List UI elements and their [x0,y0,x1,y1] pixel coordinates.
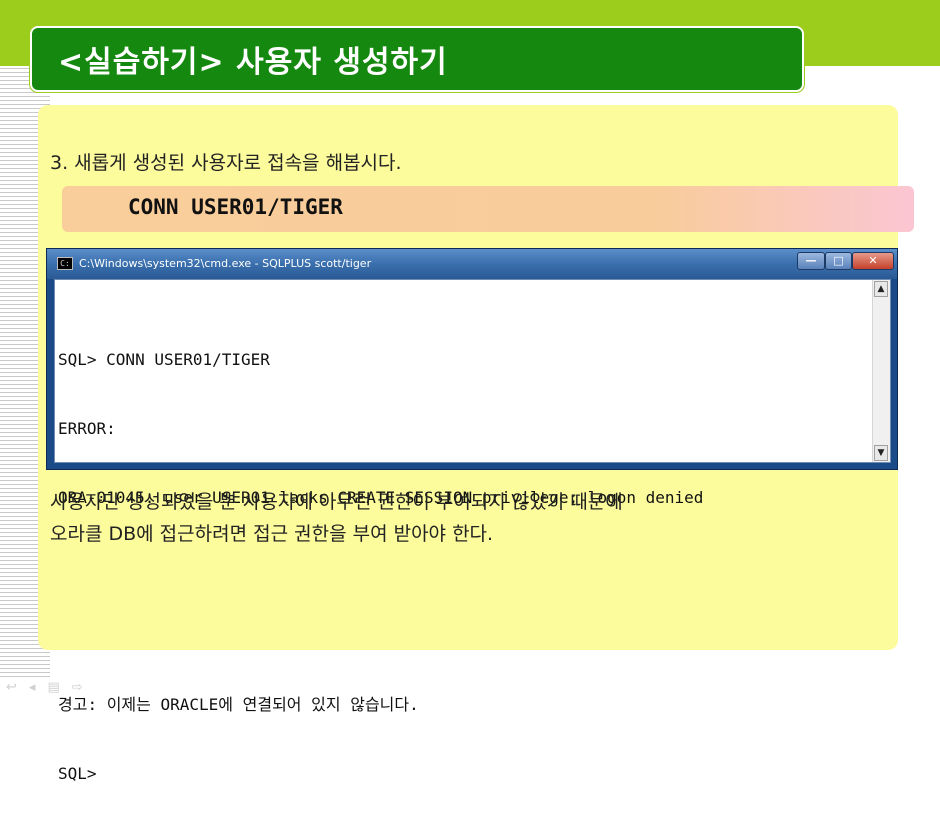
prev-icon[interactable]: ◂ [29,680,36,698]
cmd-window-title: C:\Windows\system32\cmd.exe - SQLPLUS sc… [79,257,372,270]
maximize-button[interactable]: □ [825,252,852,270]
close-button[interactable]: ✕ [852,252,894,270]
slide-title: <실습하기> 사용자 생성하기 [58,45,448,80]
console-output: SQL> CONN USER01/TIGER ERROR: ORA-01045:… [58,302,868,831]
cmd-app-icon: C: [57,257,73,270]
scroll-down-arrow-icon[interactable]: ▼ [874,445,888,461]
step-instruction: 3. 새롭게 생성된 사용자로 접속을 해봅시다. [50,152,402,174]
slide-nav: ↩ ◂ ▤ ⇨ [6,680,83,698]
console-line: ERROR: [58,419,116,438]
menu-icon[interactable]: ▤ [47,680,59,698]
vertical-scrollbar[interactable]: ▲ ▼ [872,280,890,462]
description-line: 오라클 DB에 접근하려면 접근 권한을 부여 받아야 한다. [50,523,494,545]
console-line: SQL> [58,764,97,783]
cmd-console[interactable]: SQL> CONN USER01/TIGER ERROR: ORA-01045:… [54,279,891,783]
cmd-window: C: C:\Windows\system32\cmd.exe - SQLPLUS… [46,248,898,783]
minimize-button[interactable]: — [797,252,825,270]
next-icon[interactable]: ⇨ [72,680,83,698]
console-line: 경고: 이제는 ORACLE에 연결되어 있지 않습니다. [58,695,419,714]
description-line: 사용자만 생성되었을 뿐 사용자에 아무런 권한이 부여되지 않았기 때문에 [50,491,623,513]
slide-title-box: <실습하기> 사용자 생성하기 [30,26,804,92]
back-icon[interactable]: ↩ [6,680,17,698]
scroll-up-arrow-icon[interactable]: ▲ [874,281,888,297]
console-line: SQL> CONN USER01/TIGER [58,350,270,369]
description: 사용자만 생성되었을 뿐 사용자에 아무런 권한이 부여되지 않았기 때문에 오… [50,486,623,550]
command-text: CONN USER01/TIGER [128,195,343,219]
cmd-titlebar[interactable]: C: C:\Windows\system32\cmd.exe - SQLPLUS… [47,249,897,279]
